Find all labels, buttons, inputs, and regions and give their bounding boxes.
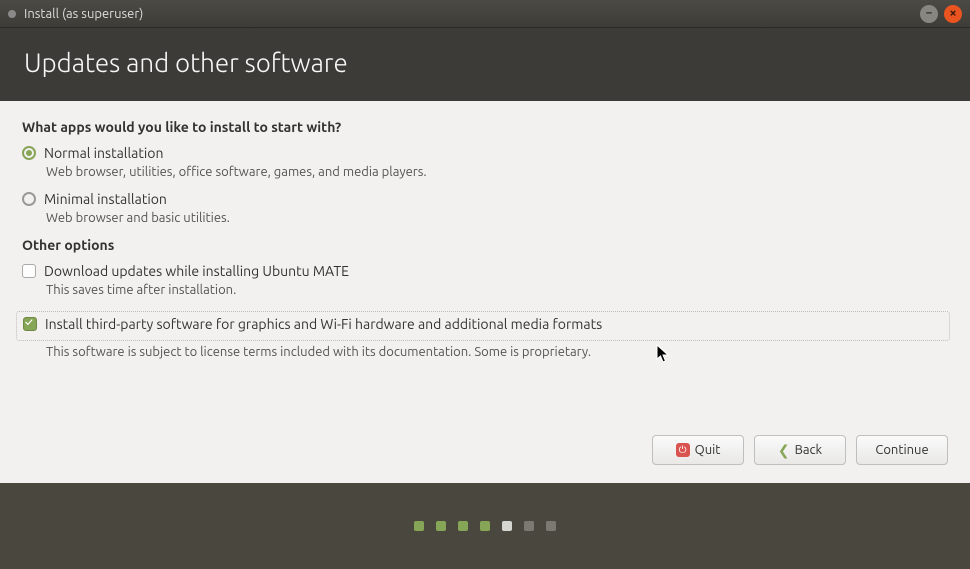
continue-button[interactable]: Continue [856,435,948,465]
pager-step-7[interactable] [546,521,556,531]
titlebar: Install (as superuser) [0,0,970,28]
checkbox-label: Download updates while installing Ubuntu… [44,263,349,279]
pager-step-5[interactable] [502,521,512,531]
pager-step-4[interactable] [480,521,490,531]
checkbox-thirdparty-block: Install third-party software for graphic… [16,311,950,341]
download-updates-desc: This saves time after installation. [46,283,948,297]
arrow-left-icon: ❮ [778,443,790,457]
radio-icon [22,146,36,160]
content-area: What apps would you like to install to s… [0,101,970,435]
pager-step-2[interactable] [436,521,446,531]
minimal-installation-desc: Web browser and basic utilities. [46,211,948,225]
window-title: Install (as superuser) [24,7,914,21]
pager-footer [0,483,970,569]
page-title: Updates and other software [24,48,348,77]
radio-icon [22,192,36,206]
checkbox-icon [23,317,37,331]
button-label: Continue [875,443,928,457]
radio-normal-installation[interactable]: Normal installation [22,145,948,161]
quit-button[interactable]: Quit [652,435,744,465]
pager-step-3[interactable] [458,521,468,531]
pager-step-1[interactable] [414,521,424,531]
power-icon [676,443,690,457]
button-row: Quit ❮ Back Continue [0,435,970,483]
button-label: Quit [695,443,721,457]
radio-label: Minimal installation [44,191,167,207]
install-question: What apps would you like to install to s… [22,119,948,135]
thirdparty-desc: This software is subject to license term… [46,345,948,359]
minimize-button[interactable] [920,5,938,23]
checkbox-download-updates-block: Download updates while installing Ubuntu… [22,263,948,279]
radio-minimal-installation[interactable]: Minimal installation [22,191,948,207]
button-label: Back [795,443,823,457]
back-button[interactable]: ❮ Back [754,435,846,465]
pager-step-6[interactable] [524,521,534,531]
normal-installation-desc: Web browser, utilities, office software,… [46,165,948,179]
page-header: Updates and other software [0,28,970,101]
checkbox-icon [22,264,36,278]
titlebar-app-icon [8,10,16,18]
checkbox-download-updates[interactable]: Download updates while installing Ubuntu… [22,263,948,279]
installer-window: Install (as superuser) Updates and other… [0,0,970,569]
checkbox-thirdparty[interactable]: Install third-party software for graphic… [23,316,943,332]
other-options-heading: Other options [22,237,948,253]
checkbox-label: Install third-party software for graphic… [45,316,602,332]
close-button[interactable] [944,5,962,23]
radio-label: Normal installation [44,145,163,161]
